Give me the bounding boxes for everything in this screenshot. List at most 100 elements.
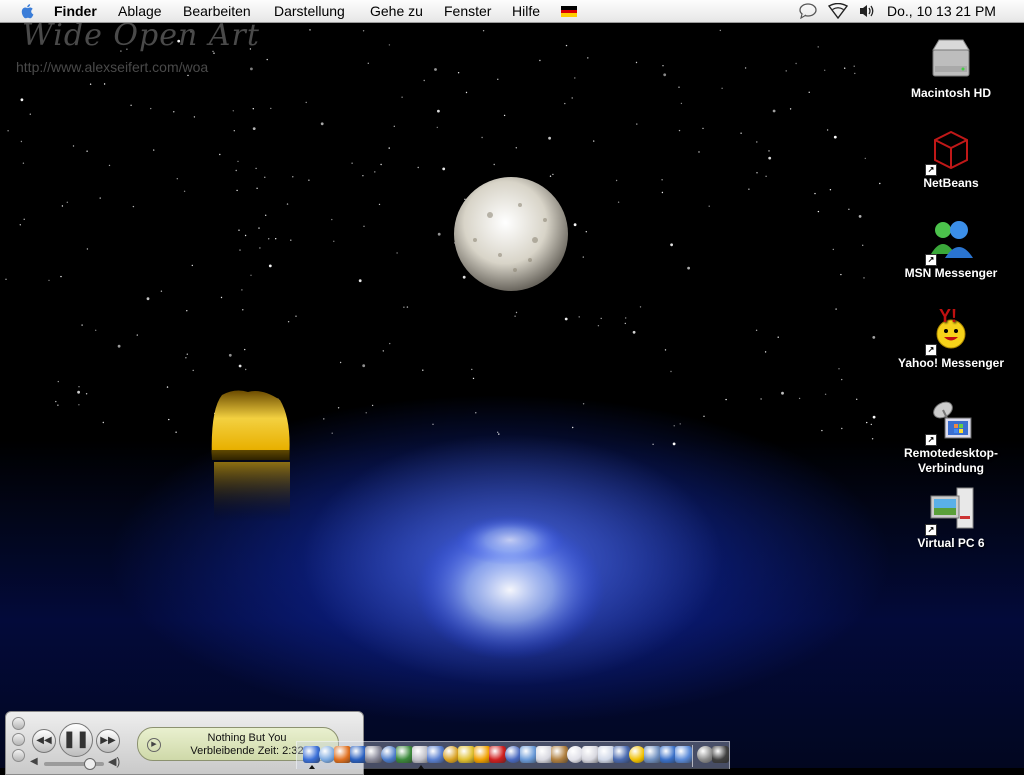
dock-app-icon[interactable] — [303, 746, 320, 763]
dock-app-icon[interactable] — [458, 746, 475, 763]
star — [866, 421, 868, 424]
star — [808, 91, 810, 94]
star — [256, 187, 258, 189]
dock-app-icon[interactable] — [520, 746, 537, 763]
desktop-icon-label: Yahoo! Messenger — [897, 356, 1005, 370]
star — [422, 369, 424, 371]
dock-app-icon[interactable] — [628, 746, 646, 763]
dock-app-icon[interactable] — [334, 746, 351, 763]
star — [20, 98, 24, 102]
desktop-icon-netbeans[interactable]: ↗ NetBeans — [891, 126, 1011, 191]
star — [515, 311, 518, 314]
star — [250, 274, 252, 276]
keyboard-flag-icon[interactable] — [561, 6, 577, 17]
star — [20, 140, 23, 143]
dock-app-icon[interactable] — [365, 746, 382, 763]
pause-icon: ❚❚ — [62, 731, 90, 748]
dock-app-icon[interactable] — [380, 746, 398, 763]
star — [432, 423, 434, 425]
dock-app-icon[interactable] — [644, 746, 661, 763]
menu-darstellung[interactable]: Darstellung — [274, 3, 345, 19]
volume-knob[interactable] — [84, 758, 96, 770]
star — [635, 61, 638, 64]
dock-app-icon[interactable] — [696, 746, 714, 763]
star — [475, 412, 477, 414]
star — [66, 201, 69, 203]
dock-app-icon[interactable] — [675, 746, 692, 763]
star — [872, 415, 876, 419]
dock-app-icon[interactable] — [582, 746, 599, 763]
star — [821, 429, 823, 432]
pause-button[interactable]: ❚❚ — [59, 723, 93, 757]
star — [582, 403, 585, 405]
star — [374, 171, 376, 173]
desktop-icon-label: Virtual PC 6 — [917, 536, 985, 550]
dock-app-icon[interactable] — [659, 746, 677, 763]
dock-app-icon[interactable] — [473, 746, 491, 763]
fast-forward-icon: ▶▶ — [100, 735, 116, 746]
star — [672, 442, 676, 446]
window-minimize-button[interactable] — [12, 733, 25, 746]
next-track-button[interactable]: ▶▶ — [96, 729, 120, 753]
dock-app-icon[interactable] — [427, 746, 444, 763]
window-zoom-button[interactable] — [12, 749, 25, 762]
dock-app-icon[interactable] — [504, 746, 522, 763]
star — [772, 109, 776, 113]
speech-bubble-icon[interactable] — [798, 3, 818, 19]
desktop-icon-yahoo-messenger[interactable]: Y! ↗ Yahoo! Messenger — [891, 306, 1011, 371]
dock-app-icon[interactable] — [566, 746, 584, 763]
star — [232, 110, 234, 112]
dock-app-icon[interactable] — [396, 746, 413, 763]
dock-app-icon[interactable] — [411, 746, 429, 763]
airport-wifi-icon[interactable] — [828, 3, 848, 19]
dock-app-icon[interactable] — [489, 746, 506, 763]
star — [290, 239, 292, 241]
star — [365, 412, 367, 414]
dock-app-icon[interactable] — [535, 746, 553, 763]
star — [835, 308, 837, 310]
snapback-icon[interactable]: ▶ — [147, 738, 161, 752]
dock-app-icon[interactable] — [712, 746, 729, 763]
star — [862, 244, 864, 246]
dock-app-icon[interactable] — [551, 746, 568, 763]
star — [848, 208, 850, 210]
volume-slider[interactable] — [44, 758, 104, 770]
star — [817, 46, 819, 48]
menu-finder[interactable]: Finder — [54, 3, 97, 19]
volume-icon[interactable] — [858, 3, 876, 19]
dock-app-icon[interactable] — [349, 746, 367, 763]
star — [5, 278, 7, 280]
star — [244, 234, 247, 237]
star — [471, 368, 473, 371]
dock-app-icon[interactable] — [613, 746, 630, 763]
desktop-icon-remotedesktop[interactable]: ↗ Remotedesktop- Verbindung — [891, 396, 1011, 476]
menu-gehe-zu[interactable]: Gehe zu — [370, 3, 423, 19]
star — [78, 386, 80, 388]
menu-hilfe[interactable]: Hilfe — [512, 3, 540, 19]
star — [814, 192, 816, 195]
star — [864, 157, 866, 160]
desktop-icon-macintosh-hd[interactable]: Macintosh HD — [891, 36, 1011, 101]
dock-app-icon[interactable] — [597, 746, 615, 763]
star — [514, 315, 516, 317]
desktop-icon-virtual-pc[interactable]: ↗ Virtual PC 6 — [891, 486, 1011, 551]
star — [89, 83, 92, 85]
apple-menu-icon[interactable] — [19, 2, 37, 20]
menu-ablage[interactable]: Ablage — [118, 3, 162, 19]
previous-track-button[interactable]: ◀◀ — [32, 729, 56, 753]
dock-app-icon[interactable] — [442, 746, 460, 763]
star — [817, 210, 820, 213]
menu-bearbeiten[interactable]: Bearbeiten — [183, 3, 251, 19]
desktop-icon-msn-messenger[interactable]: ↗ MSN Messenger — [891, 216, 1011, 281]
star — [29, 113, 31, 115]
dock-app-icon[interactable] — [318, 746, 336, 763]
star — [86, 150, 88, 152]
star — [856, 398, 858, 400]
window-close-button[interactable] — [12, 717, 25, 730]
menu-clock[interactable]: Do., 10 13 21 PM — [887, 3, 996, 19]
menu-fenster[interactable]: Fenster — [444, 3, 491, 19]
star — [515, 147, 517, 149]
star — [175, 431, 177, 433]
star — [388, 44, 391, 46]
star — [670, 243, 673, 247]
